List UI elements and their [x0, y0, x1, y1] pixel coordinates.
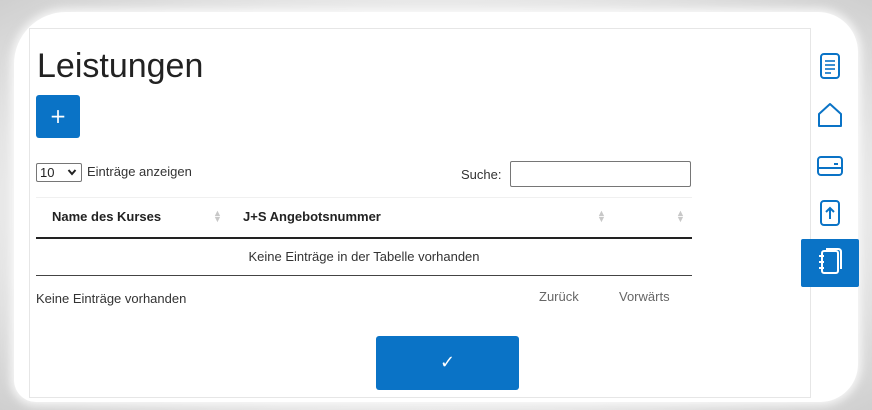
sort-icon[interactable]: ▲ ▼	[676, 209, 685, 224]
chevron-down-icon	[67, 164, 77, 187]
entries-per-page-value: 10	[40, 165, 55, 180]
entries-per-page-select[interactable]: 10	[36, 163, 82, 182]
page-title: Leistungen	[37, 47, 204, 85]
upload-file-icon	[819, 199, 841, 232]
table-header-row: Name des Kurses ▲ ▼ J+S Angebotsnummer ▲ ▼…	[36, 197, 692, 239]
home-icon	[816, 102, 844, 133]
column-header-course-name[interactable]: Name des Kurses	[52, 209, 161, 224]
add-entry-button[interactable]: +	[36, 95, 80, 138]
pagination-previous-button[interactable]: Zurück	[539, 289, 579, 304]
sidebar-item-upload[interactable]	[808, 193, 852, 237]
sidebar-item-notebook[interactable]	[801, 239, 859, 287]
card-icon	[816, 155, 844, 182]
entries-per-page-label: Einträge anzeigen	[87, 164, 192, 179]
document-icon	[819, 52, 841, 85]
table-empty-row: Keine Einträge in der Tabelle vorhanden	[36, 238, 692, 276]
sort-icon[interactable]: ▲ ▼	[213, 209, 222, 224]
table-info: Keine Einträge vorhanden	[36, 291, 187, 306]
sidebar-item-document[interactable]	[808, 46, 852, 90]
confirm-button[interactable]: ✓	[376, 336, 519, 390]
notebook-icon	[817, 246, 843, 281]
search-input[interactable]	[510, 161, 691, 187]
column-header-js-offer-number[interactable]: J+S Angebotsnummer	[243, 209, 381, 224]
search-label: Suche:	[461, 167, 502, 182]
screenshot-frame: Leistungen + 10 Einträge anzeigen Suche:…	[0, 0, 872, 410]
sort-icon[interactable]: ▲ ▼	[597, 209, 606, 224]
sidebar-item-card[interactable]	[808, 146, 852, 190]
sidebar-item-home[interactable]	[808, 95, 852, 139]
pagination-next-button[interactable]: Vorwärts	[619, 289, 670, 304]
